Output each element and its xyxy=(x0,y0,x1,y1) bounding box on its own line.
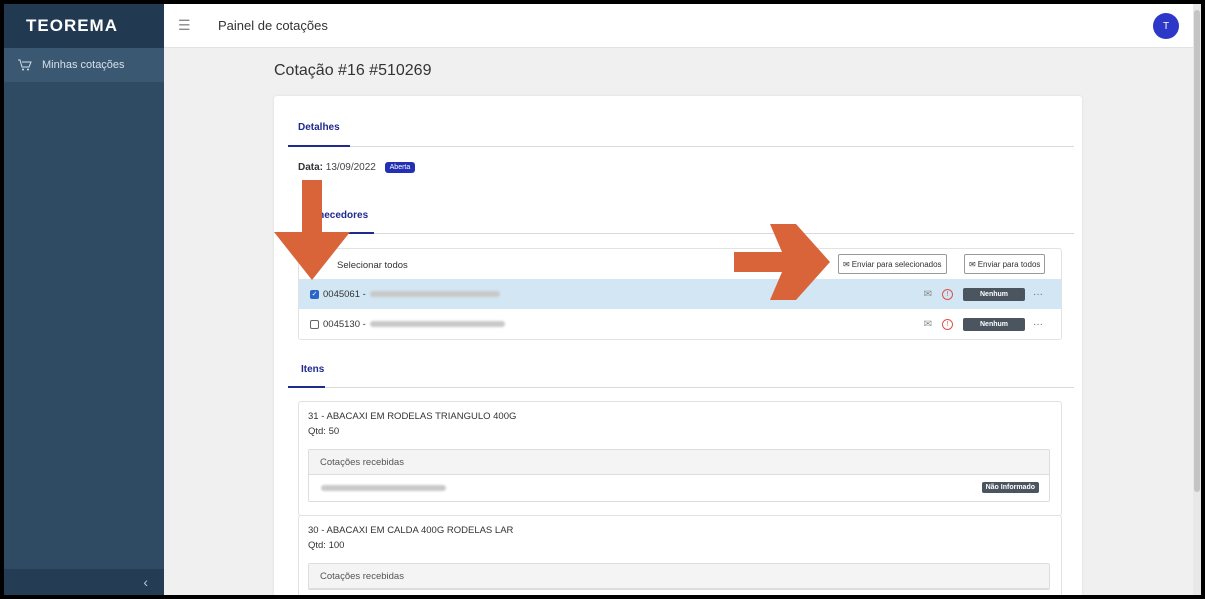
sidebar: TEOREMA Minhas cotações ‹ xyxy=(4,4,164,595)
divider xyxy=(288,146,1074,147)
item-qtd: Qtd: 50 xyxy=(308,426,340,437)
more-icon[interactable]: ··· xyxy=(1033,319,1043,330)
menu-icon[interactable]: ☰ xyxy=(178,17,192,34)
supplier-row[interactable]: 0045130 - ✉ ! Nenhum ··· xyxy=(299,309,1061,339)
arrow-right-icon xyxy=(734,224,830,300)
supplier-checkbox[interactable] xyxy=(310,319,319,329)
received-quotes: Cotações recebidas xyxy=(308,563,1050,590)
status-badge: Aberta xyxy=(384,162,416,173)
item-title: 30 - ABACAXI EM CALDA 400G RODELAS LAR xyxy=(308,525,514,536)
item-qtd: Qtd: 100 xyxy=(308,540,345,551)
send-all-label: Enviar para todos xyxy=(977,259,1041,269)
divider xyxy=(288,387,1074,388)
avatar[interactable]: T xyxy=(1153,13,1179,39)
tab-detalhes[interactable]: Detalhes xyxy=(298,122,340,133)
envelope-icon[interactable]: ✉ xyxy=(924,289,932,300)
received-header: Cotações recebidas xyxy=(309,564,1049,589)
page-title: Cotação #16 #510269 xyxy=(274,62,432,79)
date-line: Data: 13/09/2022 Aberta xyxy=(298,162,416,173)
divider xyxy=(288,233,1074,234)
received-row: Não Informado xyxy=(309,475,1049,501)
sidebar-collapse-button[interactable]: ‹ xyxy=(4,569,164,595)
item-card: 30 - ABACAXI EM CALDA 400G RODELAS LAR Q… xyxy=(298,515,1062,595)
cart-icon xyxy=(18,59,32,71)
supplier-checkbox[interactable]: ✓ xyxy=(310,289,319,299)
supplier-code: 0045130 - xyxy=(323,318,366,330)
scrollbar[interactable] xyxy=(1193,4,1201,595)
status-pill: Não Informado xyxy=(981,482,1039,493)
tab-underline xyxy=(288,145,350,147)
status-pill: Nenhum xyxy=(963,317,1025,331)
supplier-name-redacted xyxy=(369,321,505,327)
tab-itens[interactable]: Itens xyxy=(301,364,324,375)
sidebar-item-minhas-cotacoes[interactable]: Minhas cotações xyxy=(4,48,164,82)
envelope-icon[interactable]: ✉ xyxy=(924,319,932,330)
item-card: 31 - ABACAXI EM RODELAS TRIANGULO 400G Q… xyxy=(298,401,1062,516)
app-window: TEOREMA Minhas cotações ‹ ☰ Painel de co… xyxy=(4,4,1201,595)
row-actions: ✉ ! Nenhum ··· xyxy=(924,309,1043,339)
scrollbar-thumb[interactable] xyxy=(1194,10,1200,492)
date-label: Data: xyxy=(298,162,324,173)
date-value: 13/09/2022 xyxy=(325,162,376,173)
arrow-down-icon xyxy=(274,180,350,280)
tab-underline xyxy=(288,386,325,388)
supplier-row[interactable]: ✓ 0045061 - ✉ ! Nenhum ··· xyxy=(299,279,1061,309)
topbar: ☰ Painel de cotações T xyxy=(164,4,1193,48)
sidebar-item-label: Minhas cotações xyxy=(42,59,125,71)
received-quotes: Cotações recebidas Não Informado xyxy=(308,449,1050,502)
send-selected-label: Enviar para selecionados xyxy=(851,259,942,269)
supplier-list: Selecionar todos ✉ Enviar para seleciona… xyxy=(298,248,1062,340)
logo[interactable]: TEOREMA xyxy=(4,4,164,48)
item-title: 31 - ABACAXI EM RODELAS TRIANGULO 400G xyxy=(308,411,517,422)
alert-icon: ! xyxy=(942,288,953,300)
send-all-button[interactable]: ✉ Enviar para todos xyxy=(964,254,1046,274)
send-selected-button[interactable]: ✉ Enviar para selecionados xyxy=(838,254,947,274)
topbar-title: Painel de cotações xyxy=(218,18,328,33)
supplier-name-redacted xyxy=(369,291,500,297)
logo-text: TEOREMA xyxy=(26,16,118,35)
chevron-left-icon: ‹ xyxy=(143,574,148,590)
status-pill: Nenhum xyxy=(963,287,1025,301)
supplier-name-redacted xyxy=(321,485,446,491)
quote-card: Detalhes Data: 13/09/2022 Aberta Fornece… xyxy=(274,96,1082,595)
alert-icon: ! xyxy=(942,318,953,330)
envelope-icon: ✉ xyxy=(843,259,850,269)
more-icon[interactable]: ··· xyxy=(1033,289,1043,300)
supplier-code: 0045061 - xyxy=(323,288,366,300)
row-actions: ✉ ! Nenhum ··· xyxy=(924,279,1043,309)
received-header: Cotações recebidas xyxy=(309,450,1049,475)
envelope-icon: ✉ xyxy=(969,259,976,269)
